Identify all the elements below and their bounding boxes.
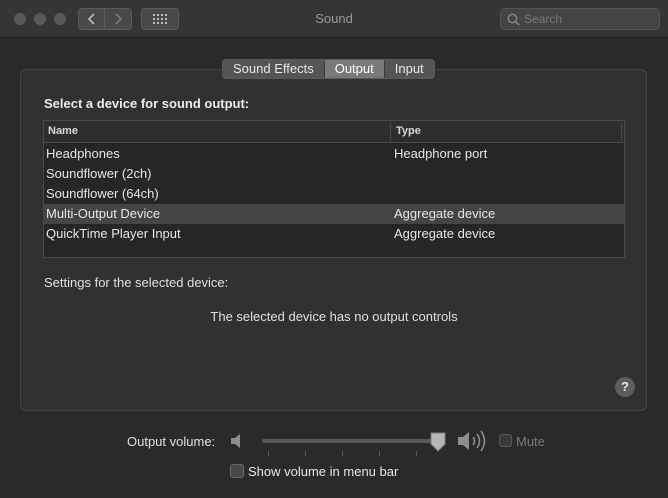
table-row-selected[interactable]: Multi-Output Device Aggregate device — [44, 204, 624, 224]
mute-checkbox[interactable] — [499, 434, 512, 447]
sound-tabs: Sound Effects Output Input — [222, 59, 435, 79]
device-type: Headphone port — [394, 146, 488, 161]
settings-label: Settings for the selected device: — [44, 275, 229, 290]
no-controls-message: The selected device has no output contro… — [210, 309, 458, 324]
device-type: Aggregate device — [394, 206, 496, 221]
device-name: Headphones — [46, 146, 120, 161]
tab-sound-effects[interactable]: Sound Effects — [223, 60, 325, 78]
show-volume-label[interactable]: Show volume in menu bar — [248, 464, 398, 479]
column-header-name[interactable]: Name — [48, 125, 78, 137]
title-bar: Sound Search — [0, 0, 668, 38]
table-row[interactable]: Soundflower (64ch) — [44, 184, 624, 204]
device-name: Soundflower (64ch) — [46, 186, 159, 201]
search-placeholder: Search — [524, 12, 563, 26]
table-row[interactable]: QuickTime Player Input Aggregate device — [44, 224, 624, 244]
speaker-low-icon — [231, 434, 240, 448]
device-list-heading: Select a device for sound output: — [44, 96, 250, 111]
search-icon — [507, 13, 520, 26]
tab-output[interactable]: Output — [324, 60, 385, 78]
speaker-high-icon — [458, 430, 486, 452]
volume-slider-ticks — [262, 451, 442, 457]
volume-slider-track[interactable] — [262, 439, 444, 443]
device-table[interactable]: Name Type Headphones Headphone port Soun… — [43, 120, 625, 258]
mute-label: Mute — [516, 434, 545, 449]
device-type: Aggregate device — [394, 226, 496, 241]
table-row[interactable]: Soundflower (2ch) — [44, 164, 624, 184]
output-volume-label: Output volume: — [127, 434, 216, 449]
device-name: QuickTime Player Input — [46, 226, 181, 241]
device-name: Multi-Output Device — [46, 206, 161, 221]
search-field[interactable]: Search — [500, 8, 660, 30]
column-divider — [390, 123, 391, 141]
table-row[interactable]: Headphones Headphone port — [44, 144, 624, 164]
device-name: Soundflower (2ch) — [46, 166, 152, 181]
table-header: Name Type — [44, 121, 624, 143]
show-volume-checkbox[interactable] — [230, 464, 244, 478]
tab-input[interactable]: Input — [385, 60, 434, 78]
volume-slider-thumb[interactable] — [430, 432, 446, 452]
help-button[interactable]: ? — [615, 377, 635, 397]
column-divider — [621, 123, 622, 141]
column-header-type[interactable]: Type — [396, 125, 421, 137]
